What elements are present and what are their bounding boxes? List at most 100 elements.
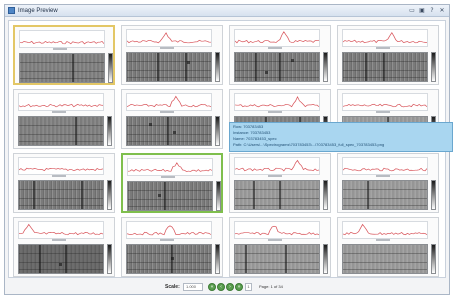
spectrogram-band	[235, 262, 319, 263]
spectrogram-band	[20, 71, 104, 72]
scale-input[interactable]: 1.000	[183, 283, 203, 291]
spectrogram-line	[185, 53, 187, 81]
signal-trace	[343, 31, 427, 44]
signal-trace	[19, 223, 103, 236]
tooltip-line: Path: C:\Users\...\Spectrograms\70378345…	[233, 142, 385, 147]
spectrogram-thumbnail[interactable]	[229, 217, 331, 277]
signal-plot	[342, 93, 428, 111]
spectrogram-band	[127, 134, 211, 135]
signal-plot	[18, 93, 104, 111]
colorbar	[323, 52, 328, 82]
signal-trace	[343, 167, 427, 172]
page-input[interactable]: 1	[245, 283, 252, 291]
colorbar	[323, 180, 328, 210]
spectrogram-band	[128, 190, 212, 191]
last-page-button[interactable]: »	[235, 283, 243, 291]
spectrogram-band	[343, 205, 427, 206]
spectrogram-line	[75, 117, 77, 145]
signal-plot	[234, 29, 320, 47]
colorbar	[107, 244, 112, 274]
spectrogram-thumbnail[interactable]	[13, 153, 115, 213]
signal-trace	[127, 32, 211, 44]
signal-trace	[343, 103, 427, 108]
first-page-button[interactable]: «	[208, 283, 216, 291]
spectrogram-thumbnail[interactable]	[337, 25, 439, 85]
spectrogram-image	[234, 244, 320, 274]
spectrogram-band	[235, 61, 319, 62]
colorbar	[431, 244, 436, 274]
spectrogram-thumbnail[interactable]	[121, 153, 223, 213]
spectrogram-band	[127, 253, 211, 254]
spectrogram-thumbnail[interactable]	[13, 25, 115, 85]
spectrogram-line	[65, 245, 67, 273]
image-preview-window: Image Preview ▭ ▣ ? ✕ Row: 703783453 Ins…	[4, 4, 453, 295]
signal-plot	[342, 221, 428, 239]
spectrogram-band	[343, 262, 427, 263]
title-bar[interactable]: Image Preview ▭ ▣ ? ✕	[5, 5, 449, 17]
spectrogram-image	[234, 52, 320, 82]
spectrogram-line	[365, 53, 367, 81]
colorbar	[107, 116, 112, 146]
colorbar	[215, 244, 220, 274]
scale-label: Scale:	[165, 284, 180, 290]
window-controls: ▭ ▣ ? ✕	[408, 6, 446, 15]
plot-axis-label	[160, 111, 174, 113]
signal-plot	[126, 29, 212, 47]
spectrogram-line	[383, 53, 385, 81]
next-page-button[interactable]: ›	[226, 283, 234, 291]
spectrogram-image	[126, 52, 212, 82]
plot-axis-label	[160, 239, 174, 241]
signal-plot	[234, 157, 320, 175]
signal-trace	[128, 162, 212, 173]
signal-plot	[234, 221, 320, 239]
spectrogram-band	[127, 77, 211, 78]
spectrogram-band	[19, 269, 103, 270]
spectrogram-band	[343, 61, 427, 62]
signal-trace	[19, 103, 103, 108]
signal-plot	[234, 93, 320, 111]
spectrogram-thumbnail[interactable]	[229, 153, 331, 213]
spectrogram-thumbnail[interactable]	[337, 153, 439, 213]
spectrogram-thumbnail[interactable]	[121, 217, 223, 277]
spectrogram-thumbnail[interactable]	[121, 89, 223, 149]
spectrogram-image	[342, 180, 428, 210]
spectrogram-band	[19, 134, 103, 135]
spectrogram-thumbnail[interactable]	[121, 25, 223, 85]
signal-trace	[343, 223, 427, 236]
spectrogram-image	[18, 244, 104, 274]
spectrogram-image	[126, 116, 212, 146]
footer-pager: Scale: 1.000 « ‹ › » 1 Page: 1 of 34	[5, 281, 449, 294]
spectrogram-line	[367, 181, 369, 209]
help-icon[interactable]: ?	[428, 6, 436, 15]
plot-axis-label	[376, 239, 390, 241]
spectrogram-thumbnail[interactable]	[13, 89, 115, 149]
spectrogram-image	[126, 244, 212, 274]
signal-trace	[235, 31, 319, 44]
close-icon[interactable]: ✕	[438, 6, 446, 15]
spectrogram-image	[342, 52, 428, 82]
signal-trace	[235, 225, 319, 236]
spectrogram-line	[33, 181, 35, 209]
spectrogram-band	[343, 70, 427, 71]
spectrogram-speck	[171, 257, 174, 260]
plot-axis-label	[161, 176, 175, 178]
plot-axis-label	[268, 239, 282, 241]
window-title: Image Preview	[18, 8, 58, 14]
plot-axis-label	[268, 175, 282, 177]
spectrogram-speck	[265, 71, 268, 74]
spectrogram-thumbnail[interactable]	[229, 25, 331, 85]
spectrogram-band	[19, 125, 103, 126]
spectrogram-band	[127, 141, 211, 142]
spectrogram-line	[245, 245, 247, 273]
plot-axis-label	[268, 47, 282, 49]
spectrogram-band	[235, 253, 319, 254]
pin-icon[interactable]: ▭	[408, 6, 416, 15]
spectrogram-band	[127, 125, 211, 126]
spectrogram-band	[235, 189, 319, 190]
restore-icon[interactable]: ▣	[418, 6, 426, 15]
spectrogram-thumbnail[interactable]	[337, 217, 439, 277]
spectrogram-thumbnail[interactable]	[13, 217, 115, 277]
spectrogram-band	[128, 206, 212, 207]
spectrogram-band	[235, 205, 319, 206]
previous-page-button[interactable]: ‹	[217, 283, 225, 291]
